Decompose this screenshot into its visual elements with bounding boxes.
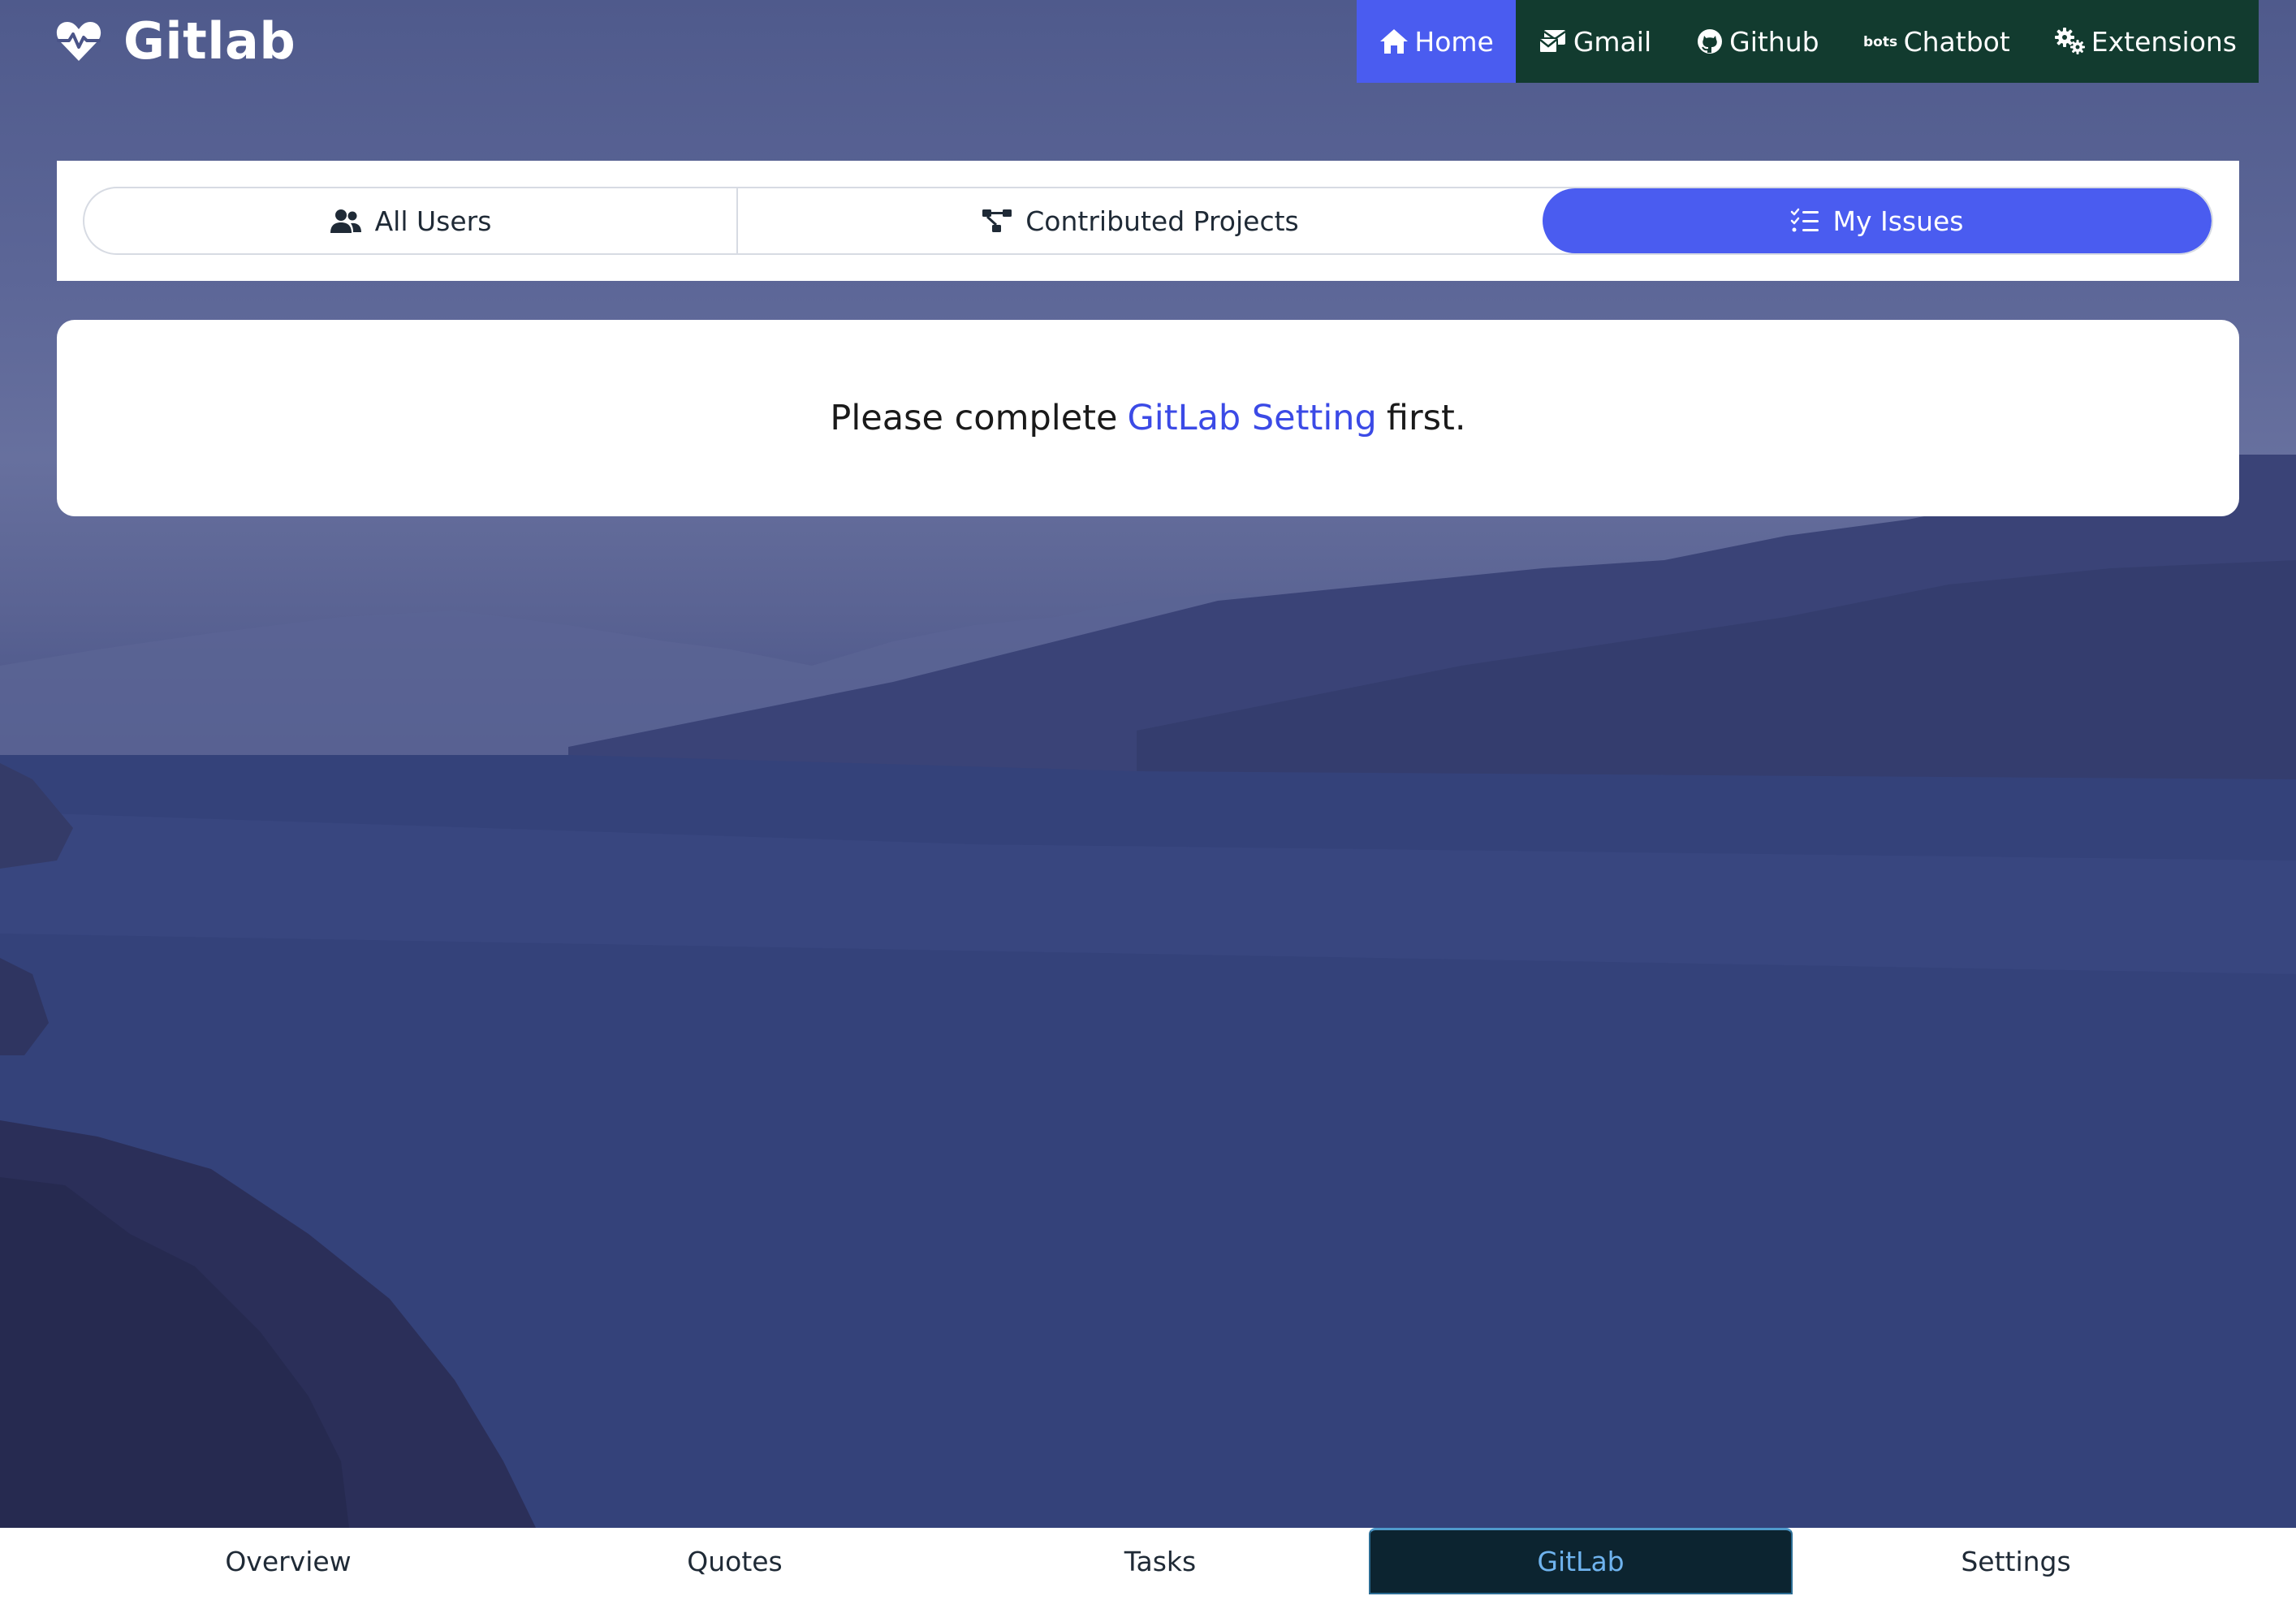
nav-chatbot[interactable]: bots Chatbot bbox=[1841, 0, 2032, 83]
nav-home-label: Home bbox=[1414, 25, 1494, 58]
tab-all-users[interactable]: All Users bbox=[84, 188, 738, 253]
tab-all-users-label: All Users bbox=[374, 205, 492, 237]
brand-name: Gitlab bbox=[123, 11, 296, 71]
list-check-icon bbox=[1791, 208, 1819, 232]
message-card: Please complete GitLab Setting first. bbox=[57, 320, 2239, 516]
mail-icon bbox=[1538, 30, 1566, 54]
gears-icon bbox=[2054, 28, 2085, 54]
nav-chatbot-label: Chatbot bbox=[1903, 25, 2010, 58]
brand: Gitlab bbox=[55, 11, 296, 71]
nav-github-label: Github bbox=[1729, 25, 1819, 58]
tab-my-issues-label: My Issues bbox=[1832, 205, 1964, 237]
home-icon bbox=[1380, 29, 1409, 54]
gitlab-setting-link[interactable]: GitLab Setting bbox=[1127, 398, 1376, 438]
nav-gmail[interactable]: Gmail bbox=[1516, 0, 1673, 83]
diagram-project-icon bbox=[982, 209, 1012, 232]
message-prefix: Please complete bbox=[830, 398, 1118, 438]
tab-my-issues[interactable]: My Issues bbox=[1543, 188, 2212, 253]
nav-github[interactable]: Github bbox=[1673, 0, 1841, 83]
segmented-tabs: All Users Contributed Projects My Issues bbox=[83, 187, 2213, 255]
message-suffix: first. bbox=[1386, 398, 1466, 438]
nav-gmail-label: Gmail bbox=[1573, 25, 1652, 58]
tabs-panel: All Users Contributed Projects My Issues bbox=[57, 161, 2239, 281]
bots-icon: bots bbox=[1863, 34, 1897, 50]
nav-home[interactable]: Home bbox=[1357, 0, 1516, 83]
heart-pulse-icon bbox=[56, 22, 101, 61]
bottom-tab-settings[interactable]: Settings bbox=[1882, 1528, 2150, 1594]
nav-extensions[interactable]: Extensions bbox=[2032, 0, 2259, 83]
users-icon bbox=[330, 209, 361, 233]
bottom-tab-tasks[interactable]: Tasks bbox=[1026, 1528, 1294, 1594]
svg-text:bots: bots bbox=[1863, 34, 1897, 50]
bottom-tab-gitlab[interactable]: GitLab bbox=[1369, 1528, 1793, 1594]
top-navigation: Home Gmail Github bots Chatbot Extension… bbox=[1357, 0, 2259, 83]
tab-contributed-projects[interactable]: Contributed Projects bbox=[738, 188, 1543, 253]
bottom-tab-quotes[interactable]: Quotes bbox=[601, 1528, 869, 1594]
nav-extensions-label: Extensions bbox=[2091, 25, 2237, 58]
bottom-tab-overview[interactable]: Overview bbox=[154, 1528, 422, 1594]
github-icon bbox=[1698, 29, 1723, 54]
tab-contributed-projects-label: Contributed Projects bbox=[1025, 205, 1299, 237]
bottom-tab-bar: Overview Quotes Tasks GitLab Settings bbox=[0, 1528, 2296, 1609]
